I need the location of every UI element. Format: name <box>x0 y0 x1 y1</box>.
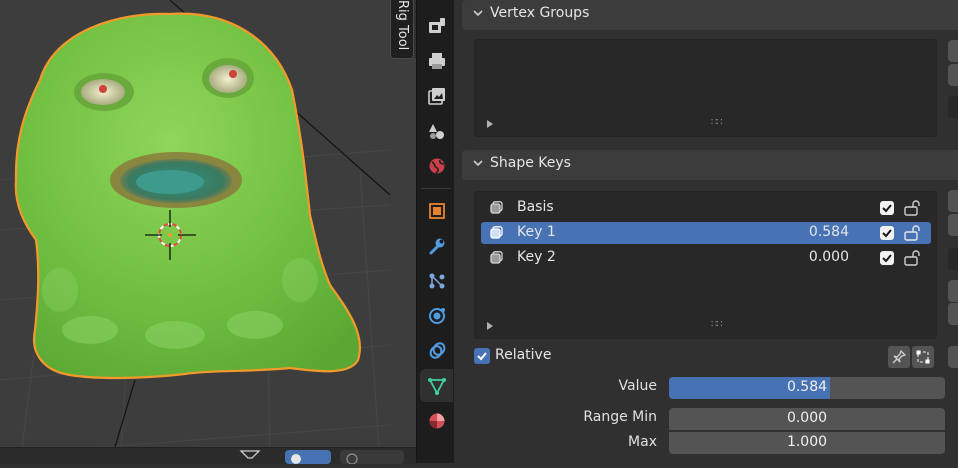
object-icon <box>429 203 445 219</box>
viewport-footer <box>0 447 416 465</box>
edit-mode-icon <box>916 350 930 364</box>
tab-separator <box>421 188 451 189</box>
add-vertex-group-button[interactable] <box>948 40 958 62</box>
tab-tool[interactable] <box>420 9 453 42</box>
tab-physics[interactable] <box>420 299 453 332</box>
shape-key-icon <box>490 226 503 239</box>
shape-keys-panel-header[interactable]: Shape Keys <box>462 150 958 180</box>
filter-icon <box>239 450 261 459</box>
range-min-field[interactable]: 0.000 <box>669 408 945 430</box>
relative-checkbox[interactable] <box>474 348 490 364</box>
shape-key-name: Key 2 <box>517 249 556 265</box>
output-icon <box>428 88 445 105</box>
list-resize-grip[interactable]: ∷∷ <box>711 117 723 128</box>
unlock-icon[interactable] <box>904 200 922 216</box>
viewport-canvas[interactable] <box>0 0 390 463</box>
remove-shape-key-button[interactable] <box>948 214 958 236</box>
properties-tab-column <box>416 0 455 463</box>
shape-key-pin-button[interactable] <box>888 346 910 368</box>
tab-rig-tool[interactable]: Rig Tool <box>390 0 414 59</box>
tab-modifiers[interactable] <box>420 229 453 262</box>
list-resize-grip[interactable]: ∷∷ <box>711 319 723 330</box>
shape-key-value-slider[interactable]: 0.584 <box>669 377 945 399</box>
shape-key-specials-button[interactable] <box>948 248 958 270</box>
move-shape-key-up-button[interactable] <box>948 280 958 302</box>
shape-key-mute-checkbox[interactable] <box>880 201 894 215</box>
tab-world[interactable] <box>420 149 453 182</box>
constraints-icon <box>429 342 446 359</box>
vertex-groups-title: Vertex Groups <box>490 5 590 21</box>
modifier-icon <box>429 238 445 255</box>
shape-key-value[interactable]: 0.000 <box>809 249 849 265</box>
tab-object-data[interactable] <box>420 369 453 402</box>
chevron-down-icon <box>473 10 483 17</box>
view-layer-icon <box>429 124 444 139</box>
shape-key-value[interactable]: 0.584 <box>809 224 849 240</box>
list-expand-icon[interactable] <box>487 120 493 128</box>
render-icon <box>429 53 445 69</box>
range-min-value: 0.000 <box>786 410 828 426</box>
shape-keys-title: Shape Keys <box>490 155 571 171</box>
properties-editor: Vertex Groups ∷∷ Shape Keys Basis Key 1 … <box>454 0 958 463</box>
max-label: Max <box>628 434 657 450</box>
unlock-icon[interactable] <box>904 225 922 241</box>
vertex-groups-list[interactable]: ∷∷ <box>474 39 937 137</box>
shape-key-mute-checkbox[interactable] <box>880 251 894 265</box>
viewport-side-strip <box>390 58 416 447</box>
shape-key-row-key-2[interactable]: Key 2 0.000 <box>481 247 931 269</box>
vertex-groups-panel-header[interactable]: Vertex Groups <box>462 0 958 30</box>
material-icon <box>429 413 445 429</box>
shape-key-icon <box>490 251 503 264</box>
remove-vertex-group-button[interactable] <box>948 64 958 86</box>
shape-key-name: Key 1 <box>517 224 556 240</box>
chevron-down-icon <box>473 160 483 167</box>
pin-icon <box>892 350 906 364</box>
value-slider-text: 0.584 <box>786 379 828 395</box>
checkmark-icon <box>477 352 487 361</box>
tab-particles[interactable] <box>420 264 453 297</box>
checkmark-icon <box>882 229 892 238</box>
shape-key-edit-mode-button[interactable] <box>912 346 934 368</box>
checkmark-icon <box>882 254 892 263</box>
tab-constraints[interactable] <box>420 334 453 367</box>
tab-material[interactable] <box>420 404 453 437</box>
unlock-icon[interactable] <box>904 250 922 266</box>
relative-label[interactable]: Relative <box>495 347 551 363</box>
shape-key-mute-checkbox[interactable] <box>880 226 894 240</box>
shape-key-icon <box>490 201 503 214</box>
value-label: Value <box>618 378 657 394</box>
world-icon <box>429 158 445 174</box>
particles-icon <box>429 273 445 289</box>
physics-icon <box>429 308 445 324</box>
tab-object[interactable] <box>420 194 453 227</box>
shape-key-name: Basis <box>517 199 554 215</box>
add-shape-key-button[interactable] <box>948 190 958 212</box>
rig-tool-label: Rig Tool <box>395 0 410 51</box>
clear-shape-keys-button[interactable] <box>948 346 958 368</box>
tab-view-layer[interactable] <box>420 114 453 147</box>
shape-key-row-key-1[interactable]: Key 1 0.584 <box>481 222 931 244</box>
object-data-icon <box>428 378 446 395</box>
list-expand-icon[interactable] <box>487 322 493 330</box>
tab-render[interactable] <box>420 44 453 77</box>
move-shape-key-down-button[interactable] <box>948 303 958 325</box>
3d-viewport[interactable] <box>0 0 390 463</box>
shading-toggle <box>340 450 404 464</box>
max-field[interactable]: 1.000 <box>669 432 945 454</box>
tool-icon <box>429 18 445 33</box>
checkmark-icon <box>882 204 892 213</box>
range-min-label: Range Min <box>583 409 657 425</box>
shape-keys-list[interactable]: Basis Key 1 0.584 Key 2 0.000 ∷∷ <box>474 191 937 339</box>
vertex-group-specials-button[interactable] <box>948 96 958 118</box>
viewport-footer-icons <box>239 450 404 465</box>
max-value: 1.000 <box>786 434 828 450</box>
tab-output[interactable] <box>420 79 453 112</box>
shape-key-row-basis[interactable]: Basis <box>481 197 931 219</box>
